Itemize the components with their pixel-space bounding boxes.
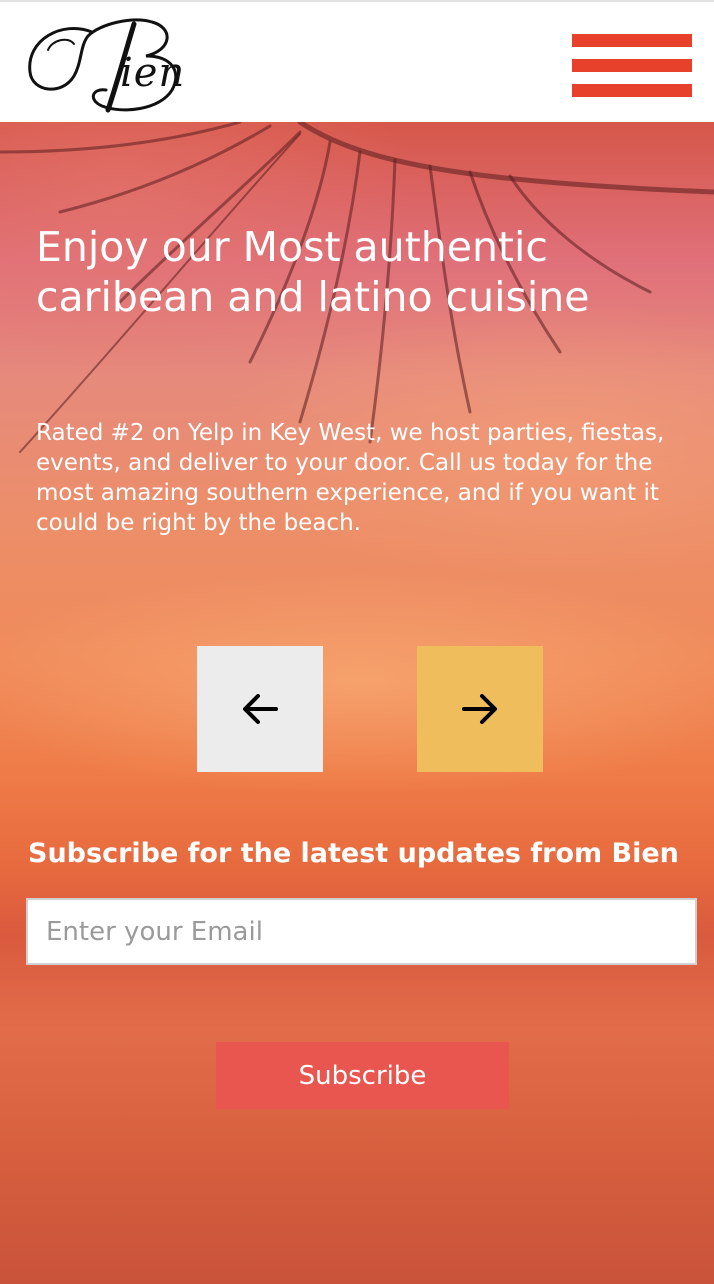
site-header: ien bbox=[0, 0, 714, 122]
hero-title: Enjoy our Most authentic caribean and la… bbox=[36, 223, 590, 321]
menu-bar bbox=[572, 84, 692, 97]
subscribe-heading: Subscribe for the latest updates from Bi… bbox=[28, 838, 679, 869]
logo-wordmark: ien bbox=[120, 50, 186, 96]
menu-bar bbox=[572, 59, 692, 72]
arrow-right-icon bbox=[462, 694, 497, 724]
carousel-prev-button[interactable] bbox=[197, 646, 323, 772]
carousel-next-button[interactable] bbox=[417, 646, 543, 772]
bien-logo[interactable]: ien bbox=[22, 10, 252, 120]
menu-bar bbox=[572, 34, 692, 47]
email-input[interactable] bbox=[26, 898, 697, 965]
arrow-left-icon bbox=[243, 694, 278, 724]
hamburger-menu-icon[interactable] bbox=[572, 34, 692, 98]
hero-description: Rated #2 on Yelp in Key West, we host pa… bbox=[36, 420, 665, 536]
subscribe-button[interactable]: Subscribe bbox=[216, 1042, 509, 1109]
hero-section: Enjoy our Most authentic caribean and la… bbox=[0, 122, 714, 1284]
